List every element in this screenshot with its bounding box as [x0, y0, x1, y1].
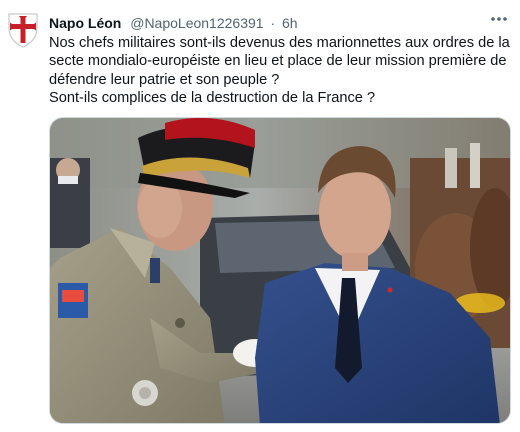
- photo-of-general-and-president-icon: [50, 118, 510, 423]
- separator-dot: ·: [270, 15, 276, 31]
- tweet-text-line: Nos chefs militaires sont-ils devenus de…: [49, 35, 510, 51]
- tweet-text-line: secte mondialo-européiste en lieu et pla…: [49, 53, 507, 70]
- author-handle[interactable]: @NapoLeon1226391: [130, 15, 263, 31]
- timestamp[interactable]: 6h: [282, 15, 298, 31]
- author-name[interactable]: Napo Léon: [49, 15, 121, 31]
- more-options-button[interactable]: [488, 10, 510, 28]
- tweet-header: Napo Léon @NapoLeon1226391 · 6h: [49, 14, 510, 32]
- templar-cross-shield-icon: [8, 13, 38, 48]
- tweet-photo[interactable]: [49, 117, 511, 424]
- more-horizontal-icon: [491, 17, 507, 21]
- tweet-text-line: Sont-ils complices de la destruction de …: [49, 90, 376, 107]
- tweet-text-line: défendre leur patrie et son peuple ?: [49, 71, 280, 88]
- tweet[interactable]: Napo Léon @NapoLeon1226391 · 6h Nos chef…: [0, 0, 520, 432]
- avatar[interactable]: [6, 12, 40, 48]
- tweet-text: Nos chefs militaires sont-ils devenus de…: [49, 34, 511, 108]
